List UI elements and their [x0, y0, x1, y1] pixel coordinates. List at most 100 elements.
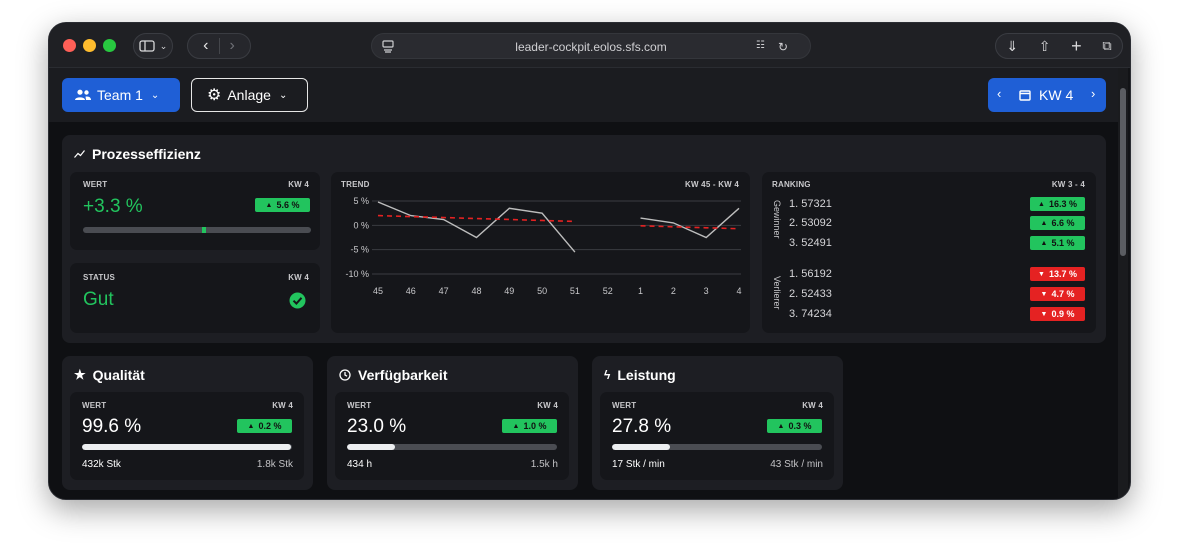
- minimize-window-button[interactable]: [83, 39, 96, 52]
- gewinner-row-1[interactable]: 1. 57321: [789, 198, 832, 210]
- next-week-button[interactable]: ›: [1091, 86, 1095, 101]
- verlierer-label: Verlierer: [772, 276, 782, 310]
- sidebar-toggle-button[interactable]: ⌄: [133, 33, 173, 59]
- browser-actions: ⇓ ⇧ + ⧉: [995, 33, 1123, 59]
- leistung-card: WERT KW 4 27.8 % ▲ 0.3 % 17 Stk / min 43 …: [600, 392, 834, 480]
- y-tick-label: -5 %: [350, 245, 369, 255]
- x-tick-label: 49: [504, 286, 514, 296]
- qualitaet-value: 99.6 %: [82, 416, 142, 437]
- qualitaet-change-badge: ▲ 0.2 %: [237, 419, 292, 433]
- verlierer-row-1[interactable]: 1. 56192: [789, 268, 832, 280]
- verlierer-badge-text: 13.7 %: [1048, 269, 1077, 279]
- rank-number: 1.: [789, 198, 799, 210]
- leistung-title: Leistung: [617, 367, 676, 383]
- verfuegbarkeit-panel: Verfügbarkeit WERT KW 4 23.0 % ▲ 1.0 % 43…: [327, 356, 578, 490]
- gewinner-row-3[interactable]: 3. 52491: [789, 237, 832, 249]
- qualitaet-header: ★ Qualität: [74, 367, 145, 383]
- reload-icon[interactable]: ↻: [778, 40, 788, 54]
- close-window-button[interactable]: [63, 39, 76, 52]
- verlierer-badge-1: ▼ 13.7 %: [1030, 267, 1085, 281]
- rank-number: 3.: [789, 237, 799, 249]
- forward-icon[interactable]: ›: [230, 37, 235, 55]
- verfuegbarkeit-change-badge: ▲ 1.0 %: [502, 419, 557, 433]
- leistung-progress-bar: [612, 444, 822, 450]
- status-week: KW 4: [288, 273, 309, 282]
- wert-label: WERT: [83, 180, 108, 189]
- back-icon[interactable]: ‹: [203, 37, 208, 55]
- chevron-down-icon: ⌄: [278, 89, 288, 101]
- scrollbar-thumb[interactable]: [1120, 88, 1126, 256]
- rank-id: 52491: [801, 237, 832, 249]
- x-tick-label: 48: [471, 286, 481, 296]
- x-tick-label: 2: [671, 286, 676, 296]
- anlage-label: Anlage: [227, 87, 271, 103]
- gewinner-badge-text: 6.6 %: [1051, 218, 1075, 228]
- anlage-select-button[interactable]: ⚙ Anlage ⌄: [191, 78, 308, 112]
- x-tick-label: 45: [373, 286, 383, 296]
- x-tick-label: 51: [570, 286, 580, 296]
- rank-id: 56192: [801, 268, 832, 280]
- leistung-week: KW 4: [802, 401, 823, 410]
- arrow-down-icon: ▼: [1040, 290, 1048, 298]
- verfuegbarkeit-wert-label: WERT: [347, 401, 372, 410]
- arrow-up-icon: ▲: [247, 422, 255, 430]
- verlierer-row-2[interactable]: 2. 52433: [789, 288, 832, 300]
- maximize-window-button[interactable]: [103, 39, 116, 52]
- status-label: STATUS: [83, 273, 116, 282]
- gewinner-label: Gewinner: [772, 200, 782, 239]
- new-tab-icon[interactable]: +: [1071, 36, 1082, 57]
- verlierer-badge-text: 4.7 %: [1051, 289, 1075, 299]
- gewinner-badge-text: 5.1 %: [1051, 238, 1075, 248]
- chevron-down-icon: ⌄: [159, 40, 168, 51]
- qualitaet-target: 1.8k Stk: [256, 459, 293, 470]
- arrow-down-icon: ▼: [1040, 310, 1048, 318]
- qualitaet-change-text: 0.2 %: [258, 421, 282, 431]
- trend-card: TREND KW 45 - KW 4 5 % 0 % -5 % -10 % 45 46 47…: [331, 172, 750, 333]
- verfuegbarkeit-target: 1.5k h: [530, 459, 558, 470]
- share-icon[interactable]: ⇧: [1039, 38, 1051, 55]
- gewinner-badge-text: 16.3 %: [1048, 199, 1077, 209]
- history-nav: ‹ ›: [187, 33, 251, 59]
- rank-number: 3.: [789, 308, 799, 320]
- gewinner-row-2[interactable]: 2. 53092: [789, 217, 832, 229]
- rank-id: 53092: [801, 217, 832, 229]
- star-icon: ★: [74, 367, 86, 382]
- verfuegbarkeit-change-text: 1.0 %: [523, 421, 547, 431]
- qualitaet-actual: 432k Stk: [82, 459, 121, 470]
- download-icon[interactable]: ⇓: [1006, 38, 1018, 55]
- wert-change-text: 5.6 %: [276, 200, 300, 210]
- trend-series-line: [640, 207, 740, 239]
- prev-week-button[interactable]: ‹: [997, 86, 1001, 101]
- arrow-up-icon: ▲: [265, 201, 273, 209]
- sidebar-icon: [139, 40, 155, 52]
- wert-card: WERT KW 4 +3.3 % ▲ 5.6 %: [70, 172, 320, 250]
- leistung-change-text: 0.3 %: [788, 421, 812, 431]
- verlierer-row-3[interactable]: 3. 74234: [789, 308, 832, 320]
- verfuegbarkeit-value: 23.0 %: [347, 416, 407, 437]
- x-tick-label: 1: [638, 286, 643, 296]
- rank-id: 74234: [801, 308, 832, 320]
- y-tick-label: 0 %: [353, 220, 369, 230]
- browser-titlebar: ⌄ ‹ › leader-cockpit.eolos.sfs.com ☷ ↻ ⇓…: [49, 23, 1130, 68]
- x-tick-label: 50: [537, 286, 547, 296]
- trend-chart: 5 % 0 % -5 % -10 % 45 46 47 48 49 50 51 52 1 2 3 4: [345, 196, 741, 296]
- page-scrollbar[interactable]: [1118, 68, 1128, 499]
- calendar-icon: [1019, 90, 1031, 101]
- leistung-wert-label: WERT: [612, 401, 637, 410]
- lightning-icon: ϟ: [604, 368, 611, 382]
- translate-icon[interactable]: ☷: [756, 40, 765, 51]
- address-bar[interactable]: leader-cockpit.eolos.sfs.com ☷ ↻: [371, 33, 811, 59]
- tab-overview-icon[interactable]: ⧉: [1102, 38, 1111, 54]
- ranking-label: RANKING: [772, 180, 811, 189]
- leistung-change-badge: ▲ 0.3 %: [767, 419, 822, 433]
- verfuegbarkeit-actual: 434 h: [347, 459, 373, 470]
- qualitaet-panel: ★ Qualität WERT KW 4 99.6 % ▲ 0.2 % 432k …: [62, 356, 313, 490]
- wert-week: KW 4: [288, 180, 309, 189]
- qualitaet-title: Qualität: [92, 367, 145, 383]
- verfuegbarkeit-week: KW 4: [537, 401, 558, 410]
- arrow-up-icon: ▲: [512, 422, 520, 430]
- status-value: Gut: [83, 289, 114, 310]
- team-select-button[interactable]: Team 1 ⌄: [62, 78, 180, 112]
- qualitaet-progress-bar: [82, 444, 292, 450]
- qualitaet-progress-fill: [82, 444, 292, 450]
